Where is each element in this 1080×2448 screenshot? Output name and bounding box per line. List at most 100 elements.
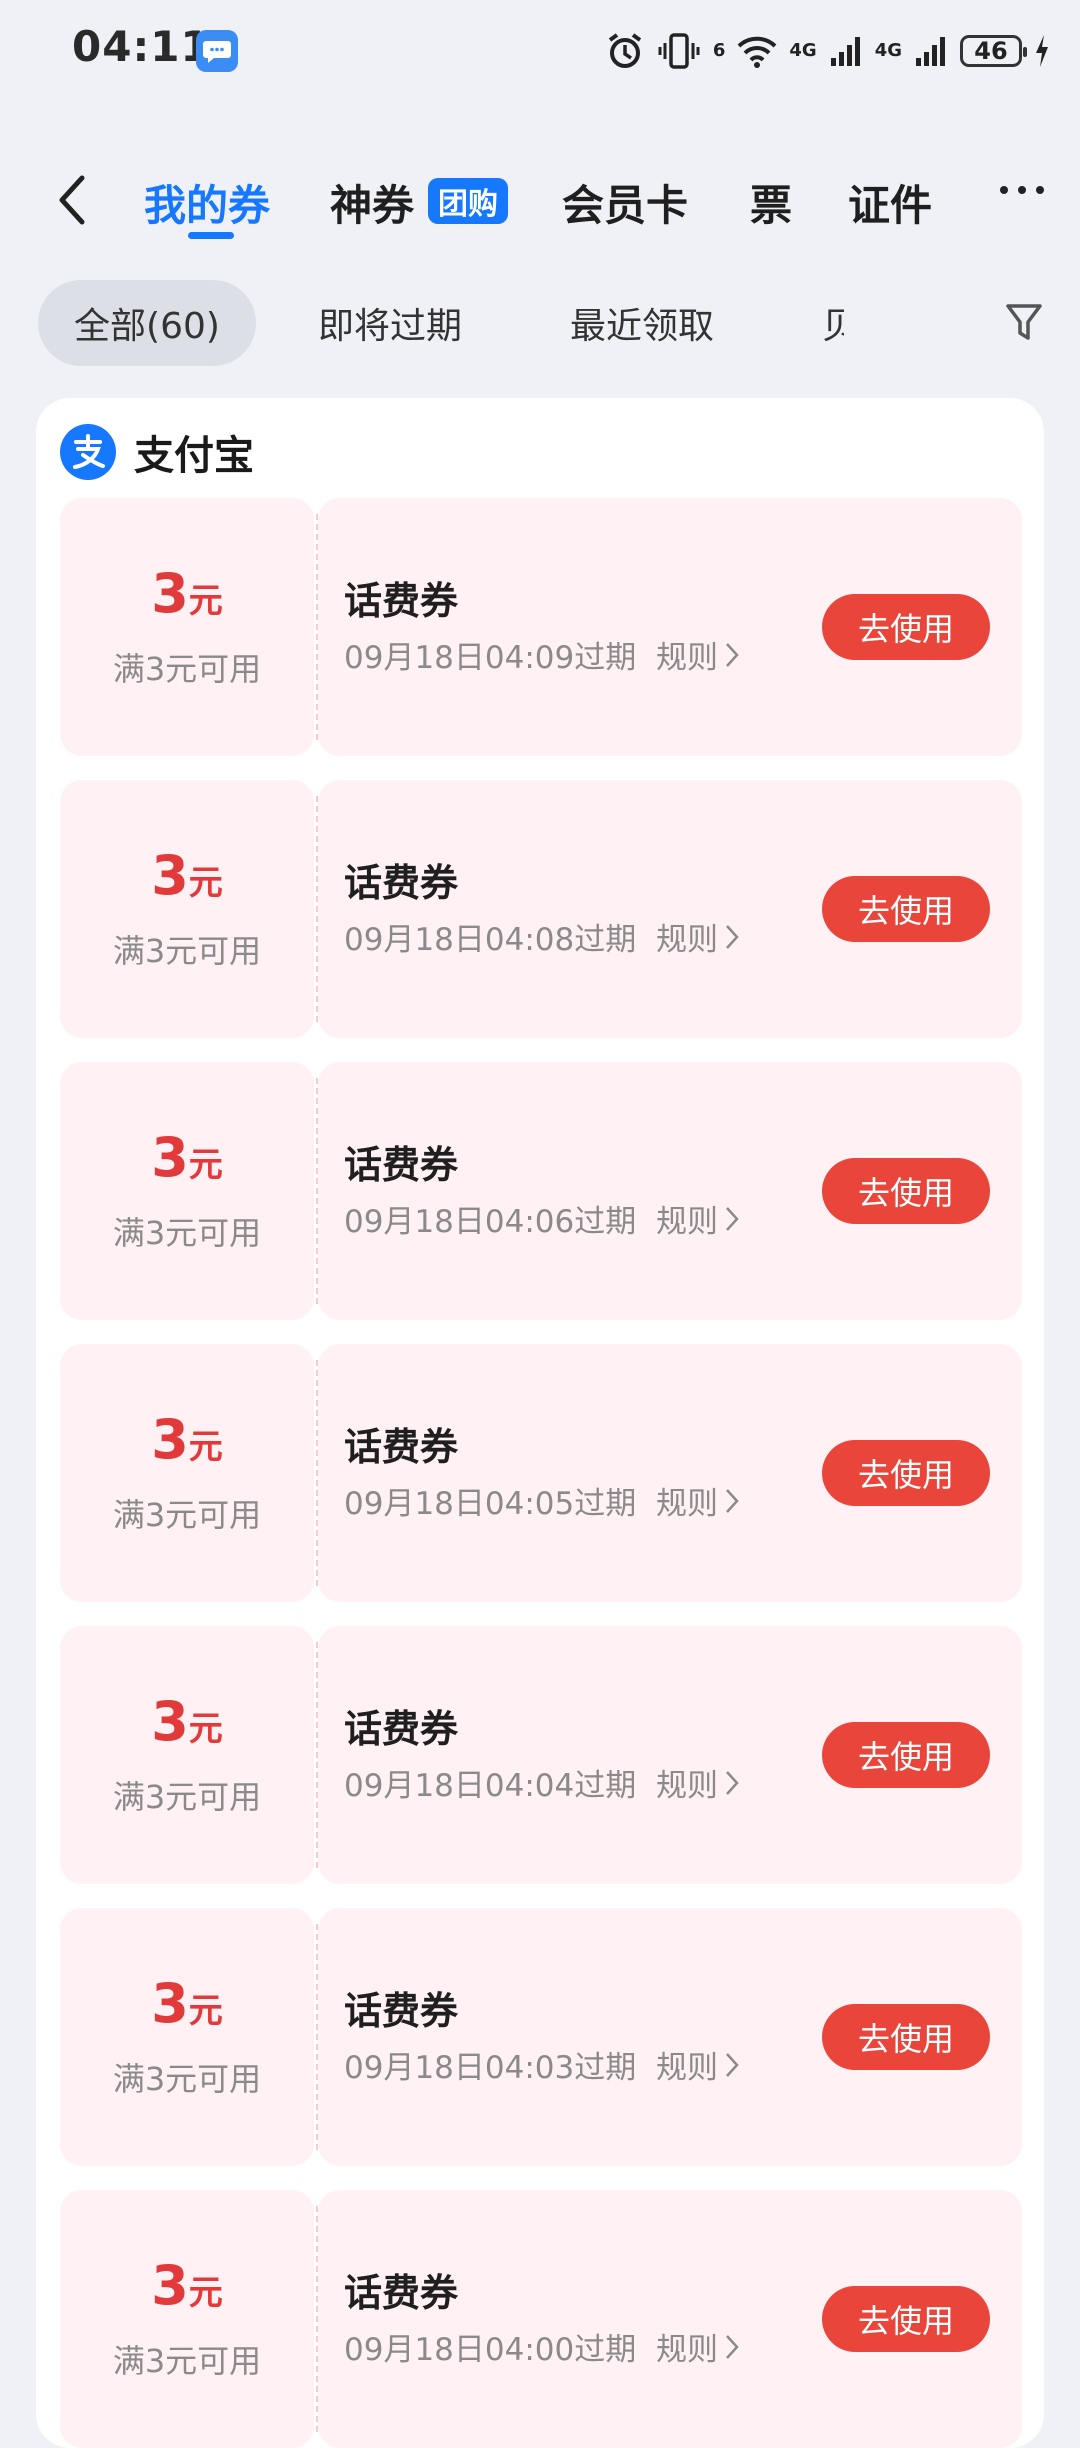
coupon-detail-panel: 话费券 09月18日04:04过期 规则 去使用 — [318, 1626, 1022, 1884]
charging-icon — [1036, 35, 1048, 67]
coupon-value-panel: 3元 满3元可用 — [60, 2190, 314, 2448]
filter-recently-received[interactable]: 最近领取 — [570, 280, 714, 366]
coupon-title: 话费券 — [344, 1143, 459, 1187]
tab-membership-card[interactable]: 会员卡 — [562, 172, 688, 233]
filter-truncated[interactable]: 贝 — [822, 280, 844, 366]
coupon-condition: 满3元可用 — [112, 1214, 262, 1252]
signal-icon-2 — [916, 37, 945, 66]
coupon-title: 话费券 — [344, 1989, 459, 2033]
coupon-condition: 满3元可用 — [112, 1496, 262, 1534]
more-icon[interactable] — [1000, 186, 1044, 194]
back-icon[interactable] — [50, 172, 94, 228]
merchant-name: 支付宝 — [134, 433, 254, 479]
wifi-label: 6 — [712, 40, 726, 61]
coupon-value-panel: 3元 满3元可用 — [60, 1062, 314, 1320]
use-coupon-button[interactable]: 去使用 — [822, 594, 990, 660]
filter-all[interactable]: 全部(60) — [38, 280, 256, 366]
coupon-amount: 3元 — [151, 1690, 223, 1753]
use-coupon-button[interactable]: 去使用 — [822, 876, 990, 942]
coupon-condition: 满3元可用 — [112, 2060, 262, 2098]
alarm-icon — [608, 33, 642, 68]
coupon-amount: 3元 — [151, 2254, 223, 2317]
use-coupon-button[interactable]: 去使用 — [822, 1440, 990, 1506]
coupon-expiry: 09月18日04:08过期 — [344, 922, 637, 958]
message-notification-icon — [196, 30, 238, 72]
use-coupon-button[interactable]: 去使用 — [822, 2004, 990, 2070]
status-bar: 04:11 6 4G 4G 46 — [0, 0, 1080, 100]
coupon-amount: 3元 — [151, 1408, 223, 1471]
chevron-right-icon — [726, 1488, 739, 1513]
coupon-expiry: 09月18日04:03过期 — [344, 2050, 637, 2086]
tab-super-coupons[interactable]: 神券 — [330, 172, 414, 233]
coupon-value-panel: 3元 满3元可用 — [60, 1908, 314, 2166]
chevron-right-icon — [726, 1770, 739, 1795]
coupon-item: 3元 满3元可用 话费券 09月18日04:00过期 规则 去使用 — [60, 2190, 1022, 2448]
signal-icon-1 — [830, 37, 860, 66]
coupon-amount: 3元 — [151, 844, 223, 907]
coupon-value-panel: 3元 满3元可用 — [60, 1626, 314, 1884]
coupon-title: 话费券 — [344, 579, 459, 623]
coupon-condition: 满3元可用 — [112, 1778, 262, 1816]
coupon-card-group: 支付宝 3元 满3元可用 话费券 09月18日04:09过期 规则 去使用 3元… — [36, 398, 1044, 2448]
coupon-item: 3元 满3元可用 话费券 09月18日04:04过期 规则 去使用 — [60, 1626, 1022, 1884]
chevron-right-icon — [726, 2052, 739, 2077]
alipay-logo-icon — [60, 424, 116, 480]
active-tab-indicator — [188, 232, 234, 239]
coupon-amount: 3元 — [151, 1126, 223, 1189]
status-time: 04:11 — [72, 22, 211, 71]
coupon-title: 话费券 — [344, 861, 459, 905]
network-type-2: 4G — [874, 40, 902, 61]
coupon-expiry: 09月18日04:06过期 — [344, 1204, 637, 1240]
coupon-condition: 满3元可用 — [112, 932, 262, 970]
coupon-amount: 3元 — [151, 1972, 223, 2035]
coupon-detail-panel: 话费券 09月18日04:08过期 规则 去使用 — [318, 780, 1022, 1038]
tab-my-coupons[interactable]: 我的券 — [144, 172, 270, 233]
coupon-rules-link[interactable]: 规则 — [656, 632, 740, 677]
filter-icon[interactable] — [1004, 300, 1044, 344]
coupon-detail-panel: 话费券 09月18日04:09过期 规则 去使用 — [318, 498, 1022, 756]
coupon-expiry: 09月18日04:09过期 — [344, 640, 637, 676]
use-coupon-button[interactable]: 去使用 — [822, 1722, 990, 1788]
tab-tickets[interactable]: 票 — [750, 172, 792, 233]
coupon-amount: 3元 — [151, 562, 223, 625]
coupon-expiry: 09月18日04:05过期 — [344, 1486, 637, 1522]
coupon-item: 3元 满3元可用 话费券 09月18日04:05过期 规则 去使用 — [60, 1344, 1022, 1602]
chevron-right-icon — [726, 924, 739, 949]
coupon-detail-panel: 话费券 09月18日04:05过期 规则 去使用 — [318, 1344, 1022, 1602]
use-coupon-button[interactable]: 去使用 — [822, 2286, 990, 2352]
wifi-icon — [737, 36, 777, 68]
coupon-title: 话费券 — [344, 1707, 459, 1751]
filter-bar: 全部(60) 即将过期 最近领取 贝 — [0, 278, 1080, 368]
coupon-value-panel: 3元 满3元可用 — [60, 1344, 314, 1602]
coupon-item: 3元 满3元可用 话费券 09月18日04:08过期 规则 去使用 — [60, 780, 1022, 1038]
coupon-title: 话费券 — [344, 2271, 459, 2315]
coupon-detail-panel: 话费券 09月18日04:00过期 规则 去使用 — [318, 2190, 1022, 2448]
coupon-rules-link[interactable]: 规则 — [656, 2042, 740, 2087]
coupon-rules-link[interactable]: 规则 — [656, 1478, 740, 1523]
filter-expiring-soon[interactable]: 即将过期 — [318, 280, 462, 366]
network-type-1: 4G — [789, 40, 817, 61]
coupon-detail-panel: 话费券 09月18日04:03过期 规则 去使用 — [318, 1908, 1022, 2166]
chevron-right-icon — [726, 1206, 739, 1231]
battery-icon: 46 — [960, 35, 1027, 67]
coupon-item: 3元 满3元可用 话费券 09月18日04:03过期 规则 去使用 — [60, 1908, 1022, 2166]
coupon-item: 3元 满3元可用 话费券 09月18日04:06过期 规则 去使用 — [60, 1062, 1022, 1320]
tab-certificates[interactable]: 证件 — [848, 172, 932, 233]
coupon-condition: 满3元可用 — [112, 2342, 262, 2380]
coupon-rules-link[interactable]: 规则 — [656, 2324, 740, 2369]
coupon-rules-link[interactable]: 规则 — [656, 1196, 740, 1241]
coupon-rules-link[interactable]: 规则 — [656, 914, 740, 959]
coupon-rules-link[interactable]: 规则 — [656, 1760, 740, 1805]
coupon-expiry: 09月18日04:04过期 — [344, 1768, 637, 1804]
battery-level: 46 — [974, 37, 1008, 65]
merchant-header: 支付宝 — [60, 424, 254, 480]
vibrate-icon — [658, 33, 700, 69]
coupon-item: 3元 满3元可用 话费券 09月18日04:09过期 规则 去使用 — [60, 498, 1022, 756]
coupon-condition: 满3元可用 — [112, 650, 262, 688]
group-buy-badge: 团购 — [428, 178, 508, 224]
use-coupon-button[interactable]: 去使用 — [822, 1158, 990, 1224]
top-navigation: 我的券 神券 团购 会员卡 票 证件 — [0, 160, 1080, 240]
coupon-title: 话费券 — [344, 1425, 459, 1469]
coupon-expiry: 09月18日04:00过期 — [344, 2332, 637, 2368]
coupon-value-panel: 3元 满3元可用 — [60, 780, 314, 1038]
